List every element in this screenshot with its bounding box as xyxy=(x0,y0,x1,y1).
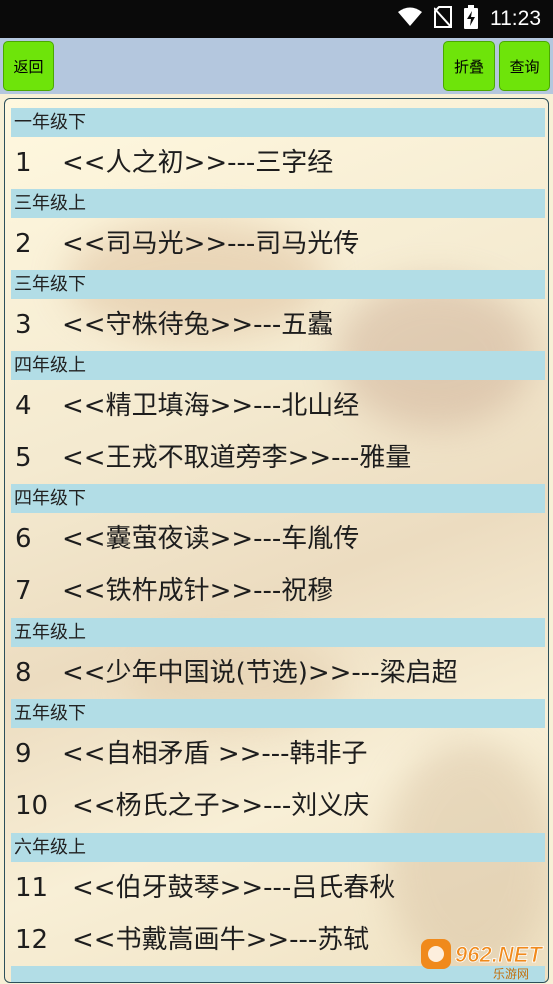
wifi-icon xyxy=(398,7,422,31)
list-item[interactable]: 2 <<司马光>>---司马光传 xyxy=(15,220,359,268)
list-item[interactable]: 11 <<伯牙鼓琴>>---吕氏春秋 xyxy=(15,864,395,912)
back-button[interactable]: 返回 xyxy=(3,41,54,91)
section-header[interactable]: 三年级下 xyxy=(11,270,545,299)
text-list-panel[interactable]: 一年级下 1 <<人之初>>---三字经 三年级上 2 <<司马光>>---司马光传… xyxy=(4,98,549,983)
no-sim-icon xyxy=(433,6,453,32)
section-header[interactable]: 五年级上 xyxy=(11,618,545,647)
item-number: 4 xyxy=(15,391,32,421)
list-item[interactable]: 10 <<杨氏之子>>---刘义庆 xyxy=(15,782,369,830)
item-title: <<司马光>>---司马光传 xyxy=(62,229,360,259)
list-item[interactable]: 5 <<王戎不取道旁李>>---雅量 xyxy=(15,434,411,482)
item-number: 7 xyxy=(15,576,32,606)
item-number: 11 xyxy=(15,873,49,903)
svg-text:962.NET: 962.NET xyxy=(455,942,543,967)
item-number: 8 xyxy=(15,658,32,688)
item-title: <<自相矛盾 >>---韩非子 xyxy=(62,739,368,769)
item-title: <<少年中国说(节选)>>---梁启超 xyxy=(62,658,458,688)
svg-text:乐游网: 乐游网 xyxy=(493,967,529,980)
list-item[interactable]: 8 <<少年中国说(节选)>>---梁启超 xyxy=(15,649,458,697)
section-header[interactable]: 三年级上 xyxy=(11,189,545,218)
item-title: <<人之初>>---三字经 xyxy=(62,148,334,178)
list-item[interactable]: 6 <<囊萤夜读>>---车胤传 xyxy=(15,515,359,563)
item-number: 10 xyxy=(15,791,49,821)
watermark-logo: 962.NET 乐游网 xyxy=(419,936,549,981)
section-header[interactable]: 五年级下 xyxy=(11,699,545,728)
item-title: <<杨氏之子>>---刘义庆 xyxy=(72,791,370,821)
query-button[interactable]: 查询 xyxy=(499,41,550,91)
section-header[interactable]: 四年级下 xyxy=(11,484,545,513)
item-number: 9 xyxy=(15,739,32,769)
list-item[interactable]: 1 <<人之初>>---三字经 xyxy=(15,139,333,187)
status-bar: 11:23 xyxy=(0,0,553,38)
status-time: 11:23 xyxy=(490,7,541,30)
item-number: 3 xyxy=(15,310,32,340)
fold-button[interactable]: 折叠 xyxy=(443,41,495,91)
status-icons: 11:23 xyxy=(398,0,541,38)
list-item[interactable]: 12 <<书戴嵩画牛>>---苏轼 xyxy=(15,916,369,964)
list-item[interactable]: 9 <<自相矛盾 >>---韩非子 xyxy=(15,730,368,778)
item-number: 1 xyxy=(15,148,32,178)
item-number: 5 xyxy=(15,443,32,473)
item-number: 6 xyxy=(15,524,32,554)
item-title: <<铁杵成针>>---祝穆 xyxy=(62,576,334,606)
item-title: <<王戎不取道旁李>>---雅量 xyxy=(62,443,412,473)
item-number: 2 xyxy=(15,229,32,259)
section-header[interactable]: 六年级上 xyxy=(11,833,545,862)
item-title: <<囊萤夜读>>---车胤传 xyxy=(62,524,360,554)
battery-charging-icon xyxy=(464,5,478,33)
item-title: <<守株待兔>>---五蠹 xyxy=(62,310,334,340)
item-title: <<书戴嵩画牛>>---苏轼 xyxy=(72,925,370,955)
list-item[interactable]: 4 <<精卫填海>>---北山经 xyxy=(15,382,359,430)
list-item[interactable]: 3 <<守株待兔>>---五蠹 xyxy=(15,301,333,349)
list-item[interactable]: 7 <<铁杵成针>>---祝穆 xyxy=(15,567,333,615)
item-title: <<伯牙鼓琴>>---吕氏春秋 xyxy=(72,873,396,903)
item-title: <<精卫填海>>---北山经 xyxy=(62,391,360,421)
section-header[interactable]: 四年级上 xyxy=(11,351,545,380)
item-number: 12 xyxy=(15,925,49,955)
section-header[interactable]: 一年级下 xyxy=(11,108,545,137)
